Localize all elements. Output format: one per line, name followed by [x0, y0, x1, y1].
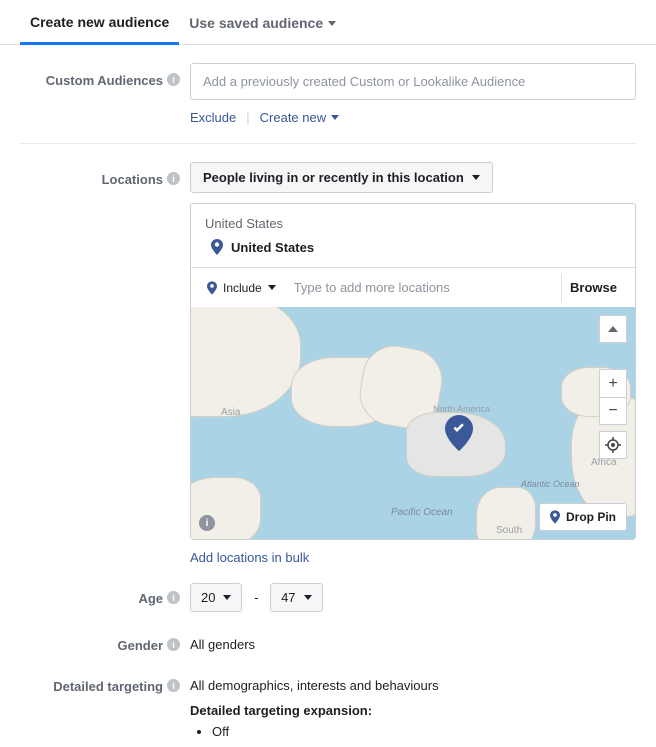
info-icon[interactable]: i	[167, 638, 180, 651]
gender-value: All genders	[190, 628, 636, 652]
map-label-atlantic: Atlantic Ocean	[521, 479, 580, 489]
info-icon[interactable]: i	[167, 679, 180, 692]
selected-location-item[interactable]: United States	[191, 231, 635, 267]
drop-pin-button[interactable]: Drop Pin	[539, 503, 627, 531]
location-country-heading: United States	[191, 204, 635, 231]
detailed-expansion-label: Detailed targeting expansion:	[190, 703, 636, 718]
info-icon[interactable]: i	[167, 73, 180, 86]
map-selection-pin-icon	[445, 415, 473, 454]
detailed-targeting-label: Detailed targeting i	[20, 669, 190, 739]
detailed-expansion-value: Off	[212, 724, 636, 739]
location-pin-icon	[211, 239, 223, 255]
map-zoom-out-button[interactable]: −	[599, 397, 627, 425]
divider	[20, 143, 636, 144]
map-collapse-button[interactable]	[599, 315, 627, 343]
info-icon: i	[199, 515, 215, 531]
map-label-asia: Asia	[221, 407, 240, 418]
custom-audience-input[interactable]	[190, 63, 636, 100]
caret-down-icon	[223, 595, 231, 600]
audience-tabs: Create new audience Use saved audience	[0, 0, 656, 45]
locate-icon	[605, 437, 621, 453]
custom-audiences-label: Custom Audiences i	[20, 63, 190, 125]
add-locations-in-bulk-link[interactable]: Add locations in bulk	[190, 550, 309, 565]
map-label-pacific: Pacific Ocean	[391, 507, 453, 518]
age-label: Age i	[20, 581, 190, 612]
info-icon[interactable]: i	[167, 172, 180, 185]
map-label-north-america: North America	[433, 405, 490, 415]
create-new-link[interactable]: Create new	[260, 110, 339, 125]
age-min-dropdown[interactable]: 20	[190, 583, 242, 612]
caret-down-icon	[304, 595, 312, 600]
locations-label: Locations i	[20, 162, 190, 565]
pin-icon	[550, 510, 560, 524]
info-icon[interactable]: i	[167, 591, 180, 604]
map-locate-button[interactable]	[599, 431, 627, 459]
gender-label: Gender i	[20, 628, 190, 653]
browse-button[interactable]: Browse	[561, 274, 625, 302]
age-range-dash: -	[254, 590, 258, 605]
tab-saved-label: Use saved audience	[189, 15, 323, 31]
chevron-up-icon	[608, 326, 618, 332]
include-pin-icon	[207, 281, 217, 295]
location-map[interactable]: Asia North America Africa South Pacific …	[191, 307, 635, 539]
detailed-targeting-value: All demographics, interests and behaviou…	[190, 669, 636, 693]
locations-panel: United States United States Include Brow…	[190, 203, 636, 540]
map-attribution[interactable]: i	[199, 514, 215, 532]
map-zoom-in-button[interactable]: +	[599, 369, 627, 397]
location-filter-dropdown[interactable]: People living in or recently in this loc…	[190, 162, 493, 193]
exclude-link[interactable]: Exclude	[190, 110, 236, 125]
map-label-south-america: South	[496, 525, 522, 536]
tab-create-new-audience[interactable]: Create new audience	[20, 0, 179, 45]
caret-down-icon	[331, 115, 339, 120]
include-dropdown[interactable]: Include	[201, 277, 282, 299]
caret-down-icon	[328, 21, 336, 26]
caret-down-icon	[268, 285, 276, 290]
caret-down-icon	[472, 175, 480, 180]
separator: |	[246, 110, 249, 125]
tab-use-saved-audience[interactable]: Use saved audience	[179, 0, 346, 44]
age-max-dropdown[interactable]: 47	[270, 583, 322, 612]
location-input-row: Include Browse	[191, 267, 635, 307]
location-search-input[interactable]	[286, 272, 555, 303]
